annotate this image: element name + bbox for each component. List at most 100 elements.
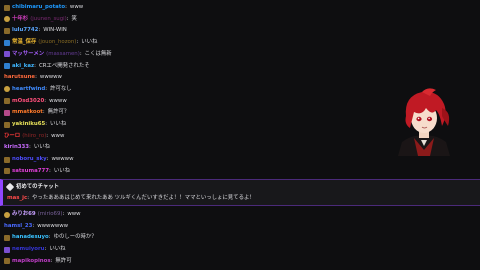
chat-separator: :	[48, 234, 51, 241]
chat-text: WIN-WIN	[43, 27, 67, 34]
chat-separator: :	[44, 97, 47, 104]
chat-overlay: chibimaru_potato: www 十年杉 (juunen_sugi): 笑 lu…	[0, 0, 480, 270]
chat-text: www	[51, 132, 65, 139]
chat-separator: :	[45, 85, 48, 92]
chat-message: ひーロ (hiiro_ro): www	[4, 131, 64, 142]
chat-username[interactable]: aki_kaz	[12, 61, 34, 72]
chat-message: みりお69 (mirio69): www	[4, 209, 81, 220]
chat-text: www	[67, 211, 81, 217]
chat-username[interactable]: lulu7742	[12, 25, 38, 36]
first-chat-icon	[5, 182, 15, 192]
chat-message: chibimaru_potato: www	[4, 2, 83, 13]
chat-message: noboru_sky: wwwww	[4, 154, 73, 165]
chat-username-alias: (hiiro_ro)	[22, 132, 47, 139]
chat-text: CRエペ開発されたそ	[38, 62, 90, 69]
chat-separator: :	[79, 50, 82, 57]
chat-text: www	[69, 4, 84, 10]
chat-message: yakiniku65: いいね	[4, 119, 66, 130]
chat-separator: :	[46, 132, 49, 139]
chat-message: hanadesuyo: ゆのしーの時か？	[4, 232, 97, 243]
chat-username[interactable]: mOsd3020	[12, 96, 44, 107]
first-chat-separator: :	[27, 195, 30, 201]
chat-text: wwwwwww	[37, 222, 69, 229]
badge-icon	[4, 86, 10, 93]
chat-separator: :	[34, 62, 36, 69]
chat-separator: :	[45, 121, 48, 127]
chat-message: mapikopinos: 無許可	[4, 256, 72, 267]
first-chat-highlight: 初めてのチャット mas_jc: やったあああはじめて来れたああ ツルギくんだいす…	[0, 179, 480, 206]
chat-text: こくは無新	[84, 50, 112, 57]
chat-text: wwwww	[51, 156, 74, 163]
chat-message: マッサーメン (massamen): こくは無新	[4, 49, 112, 60]
chat-separator: :	[42, 109, 45, 116]
chat-username[interactable]: chibimaru_potato	[12, 2, 65, 13]
first-chat-text: やったあああはじめて来れたああ ツルギくんだいすきだよ！！ママといっしょに見てる…	[32, 195, 255, 201]
chat-separator: :	[46, 156, 49, 163]
chat-text: wwww	[49, 97, 67, 104]
chat-separator: :	[29, 144, 31, 151]
badge-icon	[4, 109, 10, 116]
chat-text: ゆのしーの時か？	[53, 234, 97, 241]
chat-username[interactable]: kirin333	[4, 142, 29, 153]
first-chat-header: 初めてのチャット	[5, 182, 60, 192]
badge-icon	[4, 51, 10, 58]
chat-username[interactable]: nemuiyoru	[12, 244, 45, 255]
chat-message: satsuma777: いいね	[4, 166, 70, 177]
first-chat-title: 初めてのチャット	[16, 184, 60, 190]
badge-icon	[4, 121, 10, 128]
chat-message: mmatkoot: 無許可？	[4, 107, 69, 118]
chat-username[interactable]: mapikopinos	[12, 256, 51, 267]
streamer-avatar	[392, 86, 456, 156]
chat-username[interactable]: heartfwind	[12, 84, 45, 95]
chat-text: 笑	[71, 15, 77, 22]
badge-icon	[4, 258, 10, 265]
chat-username[interactable]: みりお69	[12, 209, 36, 220]
chat-message: lulu7742: WIN-WIN	[4, 25, 67, 36]
chat-message: harutsune: wwwww	[4, 72, 62, 83]
chat-username[interactable]: harutsune	[4, 72, 35, 83]
badge-icon	[4, 168, 10, 175]
chat-message: kirin333: いいね	[4, 142, 50, 153]
chat-separator: :	[48, 167, 51, 174]
chat-username[interactable]: hamsl_23	[4, 221, 32, 232]
badge-icon	[4, 211, 10, 218]
chat-separator: :	[32, 222, 35, 229]
chat-username[interactable]: マッサーメン	[12, 49, 44, 60]
badge-icon	[4, 27, 10, 34]
chat-separator: :	[62, 211, 65, 217]
chat-username[interactable]: 常温_保存	[12, 37, 36, 48]
badge-icon	[4, 234, 10, 241]
chat-username-alias: (massamen)	[46, 50, 80, 57]
chat-username[interactable]: 十年杉	[12, 14, 28, 25]
chat-username[interactable]: satsuma777	[12, 166, 49, 177]
chat-username[interactable]: hanadesuyo	[12, 232, 49, 243]
chat-text: いいね	[33, 144, 51, 151]
chat-username-alias: (jouon_hozon)	[38, 39, 77, 46]
chat-text: 許可なし	[50, 85, 72, 92]
chat-message: nemuiyoru: いいね	[4, 244, 66, 255]
first-chat-message: mas_jc: やったあああはじめて来れたああ ツルギくんだいすきだよ！！ママとい…	[7, 193, 255, 203]
chat-username[interactable]: mmatkoot	[12, 107, 43, 118]
chat-text: いいね	[50, 121, 67, 127]
chat-username[interactable]: yakiniku65	[12, 119, 45, 130]
badge-icon	[4, 39, 10, 46]
chat-separator: :	[50, 257, 53, 264]
chat-username[interactable]: noboru_sky	[12, 154, 47, 165]
chat-username[interactable]: ひーロ	[4, 131, 20, 142]
chat-text: いいね	[49, 246, 66, 253]
badge-icon	[4, 63, 10, 69]
avatar-illustration	[398, 88, 450, 156]
chat-separator: :	[66, 15, 69, 22]
first-chat-username[interactable]: mas_jc	[7, 195, 27, 201]
chat-message: mOsd3020: wwww	[4, 96, 67, 107]
chat-separator: :	[35, 74, 37, 81]
chat-message: aki_kaz: CRエペ開発されたそ	[4, 61, 90, 72]
badge-icon	[4, 4, 10, 11]
chat-message: 十年杉 (juunen_sugi): 笑	[4, 14, 77, 25]
chat-username-alias: (mirio69)	[37, 211, 63, 217]
chat-separator: :	[65, 4, 67, 10]
chat-separator: :	[38, 27, 41, 34]
chat-message: 常温_保存 (jouon_hozon): いいね	[4, 37, 97, 48]
chat-message: hamsl_23: wwwwwww	[4, 221, 68, 232]
chat-text: 無許可？	[47, 109, 70, 116]
